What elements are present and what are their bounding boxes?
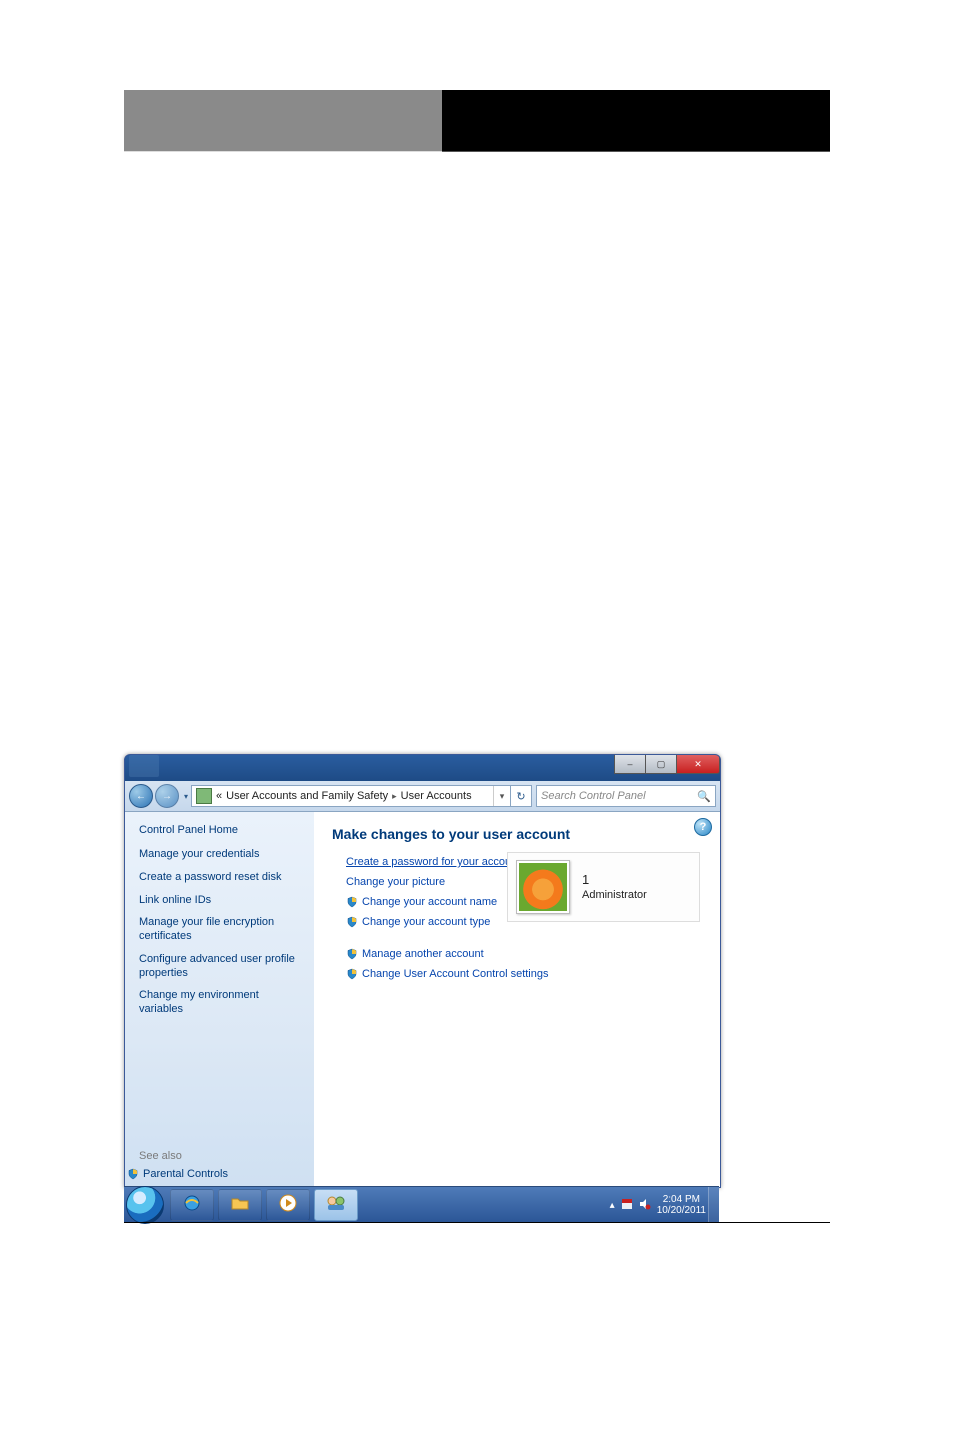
address-bar[interactable]: « User Accounts and Family Safety ▸ User…: [191, 785, 532, 807]
maximize-glyph: ▢: [657, 759, 666, 770]
breadcrumb-separator-icon: ▸: [392, 791, 397, 802]
sidebar: Control Panel Home Manage your credentia…: [125, 812, 314, 1188]
sidebar-task-create-password-reset-disk[interactable]: Create a password reset disk: [139, 871, 304, 885]
shield-icon: [346, 968, 358, 980]
option-manage-another-account-label: Manage another account: [362, 948, 484, 960]
sidebar-task-configure-advanced-profile-properties[interactable]: Configure advanced user profile properti…: [139, 953, 304, 981]
maximize-button[interactable]: ▢: [645, 755, 677, 774]
minimize-glyph: –: [627, 759, 632, 769]
help-button[interactable]: ?: [694, 818, 712, 836]
ie-icon: [182, 1193, 202, 1218]
option-change-picture-label: Change your picture: [346, 876, 445, 888]
breadcrumb-crumb-1[interactable]: User Accounts and Family Safety: [226, 790, 388, 802]
search-box[interactable]: Search Control Panel 🔍: [536, 785, 716, 807]
option-change-account-name-label: Change your account name: [362, 896, 497, 908]
back-button[interactable]: ←: [129, 784, 153, 808]
search-placeholder: Search Control Panel: [541, 790, 646, 802]
shield-icon: [346, 948, 358, 960]
tray-volume-icon[interactable]: [639, 1198, 651, 1213]
account-text: 1 Administrator: [582, 871, 647, 903]
help-icon: ?: [700, 821, 707, 833]
shield-icon: [127, 1168, 139, 1180]
option-create-password-label: Create a password for your account: [346, 856, 520, 868]
see-also-parental-controls[interactable]: Parental Controls: [127, 1168, 304, 1180]
tray-action-center-icon[interactable]: [621, 1198, 633, 1213]
sidebar-task-manage-file-encryption-certificates[interactable]: Manage your file encryption certificates: [139, 916, 304, 944]
sidebar-task-link-online-ids[interactable]: Link online IDs: [139, 894, 304, 908]
section-underline: [124, 1222, 830, 1223]
tray-show-hidden-icons[interactable]: ▴: [610, 1200, 615, 1211]
search-icon: 🔍: [697, 790, 711, 803]
document-header-band: [124, 90, 830, 152]
forward-button[interactable]: →: [155, 784, 179, 808]
see-also-label: See also: [139, 1150, 304, 1162]
taskbar-ie-button[interactable]: [170, 1189, 214, 1221]
option-manage-another-account[interactable]: Manage another account: [346, 948, 704, 960]
folder-icon: [230, 1193, 250, 1218]
forward-arrow-icon: →: [162, 791, 172, 802]
tray-date: 10/20/2011: [657, 1205, 706, 1216]
taskbar: ▴ 2:04 PM 10/20/2011: [124, 1186, 719, 1223]
window-client-area: Control Panel Home Manage your credentia…: [125, 812, 720, 1188]
option-change-uac-settings-label: Change User Account Control settings: [362, 968, 549, 980]
back-arrow-icon: ←: [136, 791, 146, 802]
option-change-uac-settings[interactable]: Change User Account Control settings: [346, 968, 704, 980]
caption-buttons: – ▢ ✕: [615, 755, 720, 774]
page-title: Make changes to your user account: [332, 826, 704, 842]
start-button[interactable]: [126, 1186, 164, 1224]
shield-icon: [346, 896, 358, 908]
sidebar-task-manage-credentials[interactable]: Manage your credentials: [139, 848, 304, 862]
current-account-tile: 1 Administrator: [507, 852, 700, 922]
header-right-cell: [442, 90, 830, 152]
address-dropdown-button[interactable]: ▾: [493, 786, 510, 806]
options-group-b: Manage another account Change User Accou…: [332, 948, 704, 980]
tray-time: 2:04 PM: [657, 1194, 706, 1205]
sidebar-task-change-environment-variables[interactable]: Change my environment variables: [139, 989, 304, 1017]
avatar-image: [519, 863, 567, 911]
account-role: Administrator: [582, 888, 647, 903]
document-page: – ▢ ✕ ← → ▾ « User Accounts a: [0, 0, 954, 1434]
breadcrumb-prefix: «: [216, 790, 222, 802]
minimize-button[interactable]: –: [614, 755, 646, 774]
shield-icon: [346, 916, 358, 928]
window-titlebar: – ▢ ✕: [125, 755, 720, 781]
taskbar-explorer-button[interactable]: [218, 1189, 262, 1221]
avatar-frame: [516, 860, 570, 914]
taskbar-control-panel-button[interactable]: [314, 1189, 358, 1221]
control-panel-icon: [196, 788, 212, 804]
account-name: 1: [582, 871, 647, 889]
user-accounts-icon: [325, 1193, 347, 1218]
system-tray: ▴ 2:04 PM 10/20/2011: [610, 1194, 708, 1216]
breadcrumb-crumb-2[interactable]: User Accounts: [401, 790, 472, 802]
navigation-bar: ← → ▾ « User Accounts and Family Safety …: [125, 781, 720, 812]
header-left-cell: [124, 90, 442, 152]
option-change-account-type-label: Change your account type: [362, 916, 490, 928]
taskbar-media-player-button[interactable]: [266, 1189, 310, 1221]
see-also-parental-controls-label: Parental Controls: [143, 1168, 228, 1180]
show-desktop-button[interactable]: [708, 1187, 719, 1223]
refresh-button[interactable]: ↻: [510, 786, 531, 806]
control-panel-home-link[interactable]: Control Panel Home: [139, 824, 304, 836]
close-button[interactable]: ✕: [676, 755, 720, 774]
close-glyph: ✕: [694, 759, 702, 770]
nav-history-dropdown[interactable]: ▾: [181, 792, 191, 801]
main-content: ? Make changes to your user account Crea…: [314, 812, 720, 1188]
title-preview-icon: [129, 755, 159, 777]
tray-clock[interactable]: 2:04 PM 10/20/2011: [657, 1194, 706, 1216]
control-panel-window: – ▢ ✕ ← → ▾ « User Accounts a: [124, 754, 721, 1188]
media-player-icon: [278, 1193, 298, 1218]
